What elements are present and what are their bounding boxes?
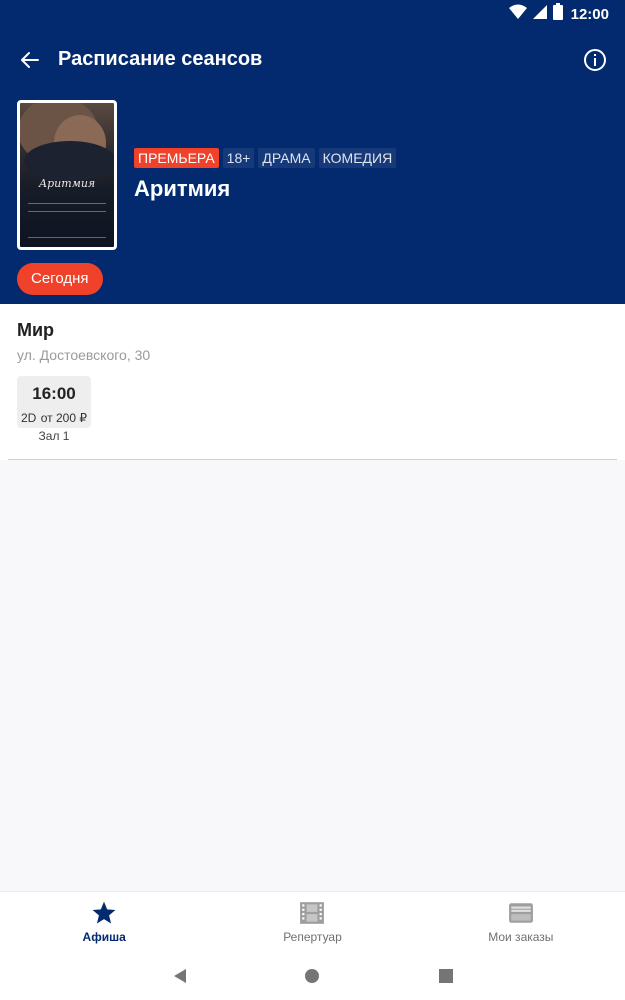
premiere-badge: ПРЕМЬЕРА bbox=[134, 148, 219, 168]
nav-item-afisha[interactable]: Афиша bbox=[0, 892, 208, 951]
triangle-back-icon bbox=[174, 969, 186, 983]
system-recents-button[interactable] bbox=[437, 967, 455, 985]
nav-label-afisha: Афиша bbox=[82, 930, 126, 944]
session-button[interactable]: 16:00 2D от 200 ₽ bbox=[17, 376, 91, 428]
poster-credits-line bbox=[28, 237, 106, 238]
movie-tags: ПРЕМЬЕРА 18+ ДРАМА КОМЕДИЯ bbox=[134, 148, 397, 168]
genre-badge-drama: ДРАМА bbox=[258, 148, 315, 168]
app-bar: Расписание сеансов bbox=[0, 36, 625, 84]
poster-credits-line bbox=[28, 203, 106, 204]
nav-item-repertoire[interactable]: Репертуар bbox=[208, 892, 416, 951]
star-icon bbox=[92, 901, 116, 924]
genre-badge-comedy: КОМЕДИЯ bbox=[318, 148, 397, 168]
wifi-icon bbox=[508, 4, 527, 25]
cinema-card: Мир ул. Достоевского, 30 16:00 2D от 200… bbox=[0, 304, 625, 460]
cinema-address: ул. Достоевского, 30 bbox=[17, 347, 151, 363]
header: 12:00 Расписание сеансов Аритмия ПРЕМЬЕР… bbox=[0, 0, 625, 304]
poster-title: Аритмия bbox=[38, 177, 96, 190]
age-rating-badge: 18+ bbox=[222, 148, 255, 168]
session-format: 2D bbox=[21, 411, 37, 425]
info-icon bbox=[584, 49, 606, 71]
wallet-icon bbox=[508, 903, 533, 923]
movie-poster[interactable]: Аритмия bbox=[17, 100, 117, 250]
session-hall: Зал 1 bbox=[38, 429, 70, 443]
nav-label-repertoire: Репертуар bbox=[283, 930, 342, 944]
session-price: от 200 ₽ bbox=[40, 411, 87, 425]
system-back-button[interactable] bbox=[171, 967, 189, 985]
poster-image bbox=[20, 103, 114, 181]
poster-credits-line bbox=[28, 211, 106, 212]
cinema-name[interactable]: Мир bbox=[17, 320, 54, 341]
film-icon bbox=[300, 902, 325, 924]
status-bar: 12:00 bbox=[0, 0, 625, 26]
system-home-button[interactable] bbox=[303, 967, 321, 985]
date-chip-today[interactable]: Сегодня bbox=[17, 263, 103, 295]
square-recents-icon bbox=[439, 969, 453, 983]
info-button[interactable] bbox=[581, 46, 609, 74]
page-title: Расписание сеансов bbox=[58, 48, 263, 70]
circle-home-icon bbox=[305, 969, 319, 983]
arrow-left-icon bbox=[21, 52, 39, 68]
signal-icon bbox=[532, 4, 547, 25]
nav-label-orders: Мои заказы bbox=[488, 930, 554, 944]
divider bbox=[8, 459, 617, 460]
movie-title: Аритмия bbox=[134, 176, 231, 201]
system-navigation-bar bbox=[0, 951, 625, 1000]
bottom-navigation: Афиша Репертуар Мои заказы bbox=[0, 891, 625, 951]
battery-icon bbox=[552, 3, 563, 25]
back-button[interactable] bbox=[16, 46, 44, 74]
session-time: 16:00 bbox=[32, 384, 76, 403]
status-time: 12:00 bbox=[570, 5, 609, 23]
nav-item-orders[interactable]: Мои заказы bbox=[417, 892, 625, 951]
